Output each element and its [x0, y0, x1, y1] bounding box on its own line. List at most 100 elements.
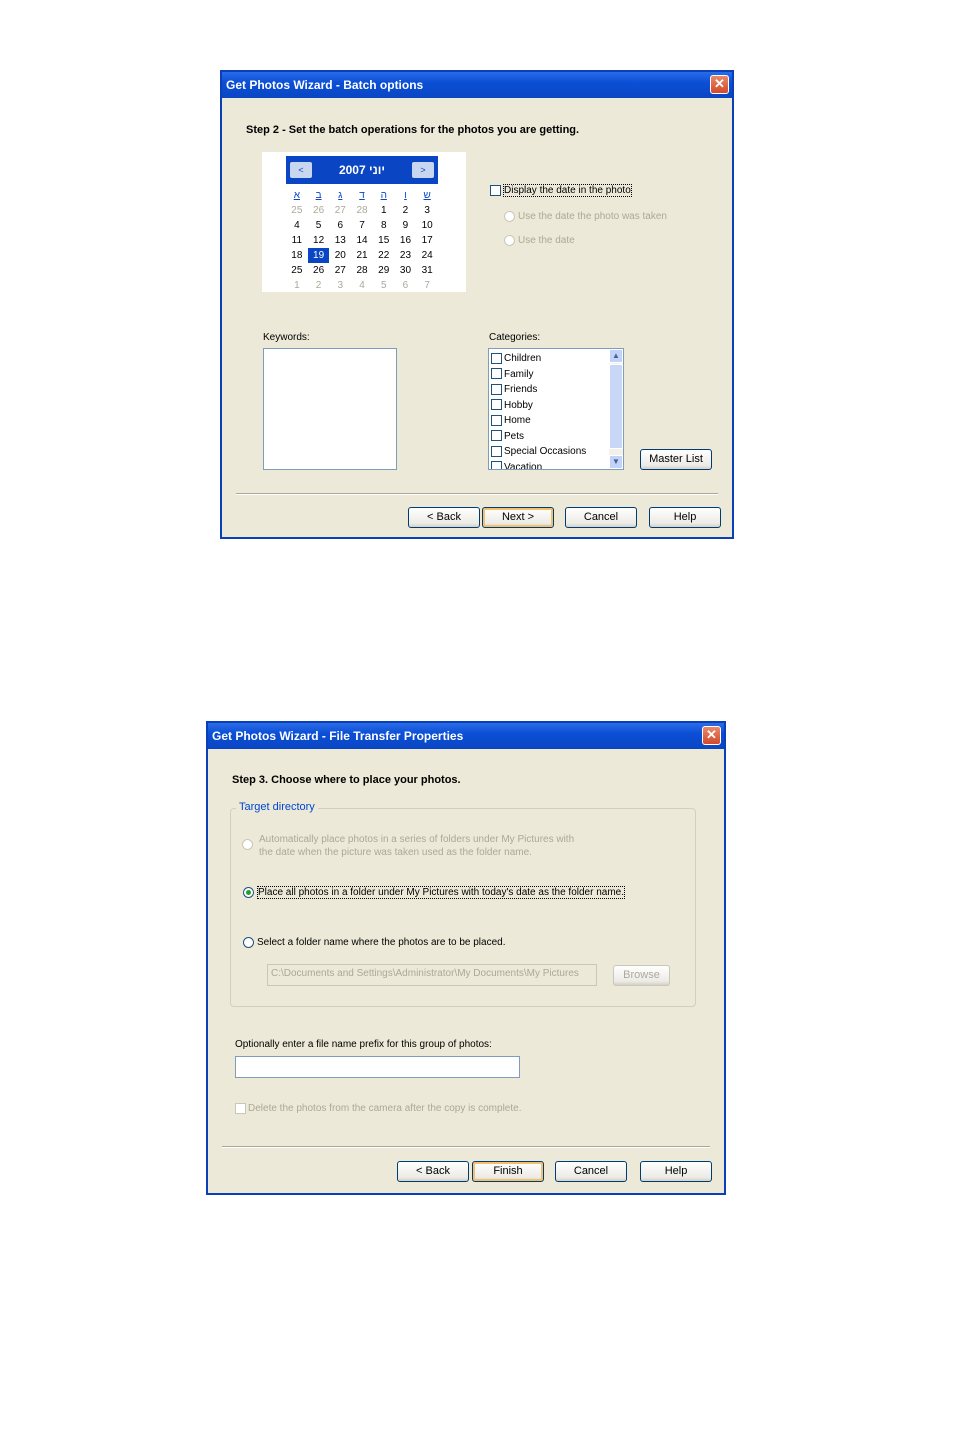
- calendar-day[interactable]: 10: [416, 218, 438, 233]
- calendar-day[interactable]: 3: [329, 278, 351, 293]
- calendar-day[interactable]: 13: [329, 233, 351, 248]
- calendar-day[interactable]: 1: [373, 203, 395, 218]
- select-folder-radio[interactable]: Select a folder name where the photos ar…: [243, 937, 506, 948]
- calendar-day[interactable]: 11: [286, 233, 308, 248]
- category-item[interactable]: Children: [491, 351, 586, 367]
- use-date-taken-radio[interactable]: Use the date the photo was taken: [504, 211, 667, 222]
- calendar-day[interactable]: 26: [308, 203, 330, 218]
- calendar-day[interactable]: 4: [351, 278, 373, 293]
- batch-title-bar[interactable]: Get Photos Wizard - Batch options: [222, 72, 732, 98]
- calendar-day[interactable]: 20: [329, 248, 351, 263]
- calendar-day[interactable]: 9: [395, 218, 417, 233]
- calendar-week-row: 25 26 27 28 1 2 3: [286, 203, 438, 218]
- calendar-day[interactable]: 25: [286, 263, 308, 278]
- category-item[interactable]: Friends: [491, 382, 586, 398]
- delete-photos-label: Delete the photos from the camera after …: [248, 1103, 522, 1115]
- batch-back-button[interactable]: < Back: [408, 507, 480, 528]
- category-item[interactable]: Hobby: [491, 398, 586, 414]
- keywords-textarea[interactable]: [263, 348, 397, 470]
- category-label: Special Occasions: [504, 446, 587, 457]
- calendar-day[interactable]: 15: [373, 233, 395, 248]
- checkbox-icon: [490, 184, 501, 196]
- use-the-date-radio[interactable]: Use the date: [504, 235, 575, 246]
- radio-icon: [242, 839, 253, 850]
- calendar-day[interactable]: 31: [416, 263, 438, 278]
- calendar-week-row: 18 19 20 21 22 23 24: [286, 248, 438, 263]
- radio-icon: [504, 235, 515, 246]
- calendar-day[interactable]: 28: [351, 263, 373, 278]
- transfer-close-button[interactable]: ✕: [702, 726, 721, 745]
- close-icon: ✕: [714, 76, 725, 91]
- calendar-day[interactable]: 14: [351, 233, 373, 248]
- batch-close-button[interactable]: ✕: [710, 75, 729, 94]
- calendar-header: < 2007 יוני >: [286, 156, 438, 184]
- calendar-day[interactable]: 5: [308, 218, 330, 233]
- transfer-help-button[interactable]: Help: [640, 1161, 712, 1182]
- calendar-day[interactable]: 5: [373, 278, 395, 293]
- browse-button[interactable]: Browse: [613, 965, 670, 986]
- calendar-day[interactable]: 4: [286, 218, 308, 233]
- category-label: Children: [504, 353, 542, 364]
- batch-next-button[interactable]: Next >: [482, 507, 554, 528]
- calendar-day[interactable]: 26: [308, 263, 330, 278]
- finish-button[interactable]: Finish: [472, 1161, 544, 1182]
- folder-path-field[interactable]: C:\Documents and Settings\Administrator\…: [267, 964, 597, 986]
- calendar-day[interactable]: 17: [416, 233, 438, 248]
- transfer-title-bar[interactable]: Get Photos Wizard - File Transfer Proper…: [208, 723, 724, 749]
- calendar-day[interactable]: 28: [351, 203, 373, 218]
- delete-photos-checkbox[interactable]: Delete the photos from the camera after …: [235, 1103, 521, 1114]
- calendar-weekday: א: [293, 190, 300, 201]
- today-date-radio[interactable]: Place all photos in a folder under My Pi…: [243, 886, 625, 900]
- calendar-next-button[interactable]: >: [412, 162, 434, 178]
- category-item[interactable]: Vacation: [491, 460, 586, 469]
- calendar-day[interactable]: 21: [351, 248, 373, 263]
- scroll-up-button[interactable]: ▲: [609, 349, 623, 363]
- calendar-day[interactable]: 16: [395, 233, 417, 248]
- calendar-day[interactable]: 6: [329, 218, 351, 233]
- scroll-down-button[interactable]: ▼: [609, 455, 623, 469]
- scroll-thumb[interactable]: [609, 364, 623, 449]
- display-date-label: Display the date in the photo: [503, 184, 632, 197]
- category-item[interactable]: Family: [491, 367, 586, 383]
- calendar-day[interactable]: 27: [329, 263, 351, 278]
- calendar-day[interactable]: 22: [373, 248, 395, 263]
- batch-help-button[interactable]: Help: [649, 507, 721, 528]
- calendar-day[interactable]: 1: [286, 278, 308, 293]
- categories-list[interactable]: Children Family Friends Hobby Home Pets Specia…: [488, 348, 624, 470]
- chevron-up-icon: ▲: [612, 351, 620, 360]
- calendar-day[interactable]: 23: [395, 248, 417, 263]
- calendar-day-selected[interactable]: 19: [307, 248, 330, 263]
- category-label: Pets: [504, 430, 525, 442]
- prefix-input[interactable]: [235, 1056, 520, 1078]
- category-item[interactable]: Pets: [491, 429, 586, 445]
- calendar-day[interactable]: 18: [286, 248, 308, 263]
- calendar-day[interactable]: 3: [416, 203, 438, 218]
- batch-cancel-button[interactable]: Cancel: [565, 507, 637, 528]
- categories-scrollbar[interactable]: ▲ ▼: [609, 349, 623, 469]
- calendar-day[interactable]: 25: [286, 203, 308, 218]
- calendar-day[interactable]: 29: [373, 263, 395, 278]
- category-item[interactable]: Home: [491, 413, 586, 429]
- calendar-weekday: ה: [380, 190, 387, 201]
- calendar-day[interactable]: 6: [395, 278, 417, 293]
- calendar-day[interactable]: 7: [416, 278, 438, 293]
- transfer-back-button[interactable]: < Back: [397, 1161, 469, 1182]
- calendar-day[interactable]: 30: [395, 263, 417, 278]
- calendar-day[interactable]: 2: [395, 203, 417, 218]
- auto-place-radio[interactable]: Automatically place photos in a series o…: [242, 833, 574, 859]
- transfer-cancel-button[interactable]: Cancel: [555, 1161, 627, 1182]
- checkbox-icon: [491, 414, 502, 426]
- calendar-day[interactable]: 8: [373, 218, 395, 233]
- calendar-day[interactable]: 12: [308, 233, 330, 248]
- checkbox-icon: [491, 430, 502, 442]
- display-date-checkbox[interactable]: Display the date in the photo: [490, 184, 632, 197]
- calendar-day[interactable]: 27: [329, 203, 351, 218]
- radio-icon: [243, 937, 254, 948]
- master-list-button[interactable]: Master List: [640, 449, 712, 470]
- use-date-taken-label: Use the date the photo was taken: [518, 211, 667, 223]
- calendar-day[interactable]: 7: [351, 218, 373, 233]
- category-item[interactable]: Special Occasions: [491, 444, 586, 460]
- calendar-day[interactable]: 2: [308, 278, 330, 293]
- calendar-day[interactable]: 24: [416, 248, 438, 263]
- calendar-weekday: ו: [404, 190, 407, 201]
